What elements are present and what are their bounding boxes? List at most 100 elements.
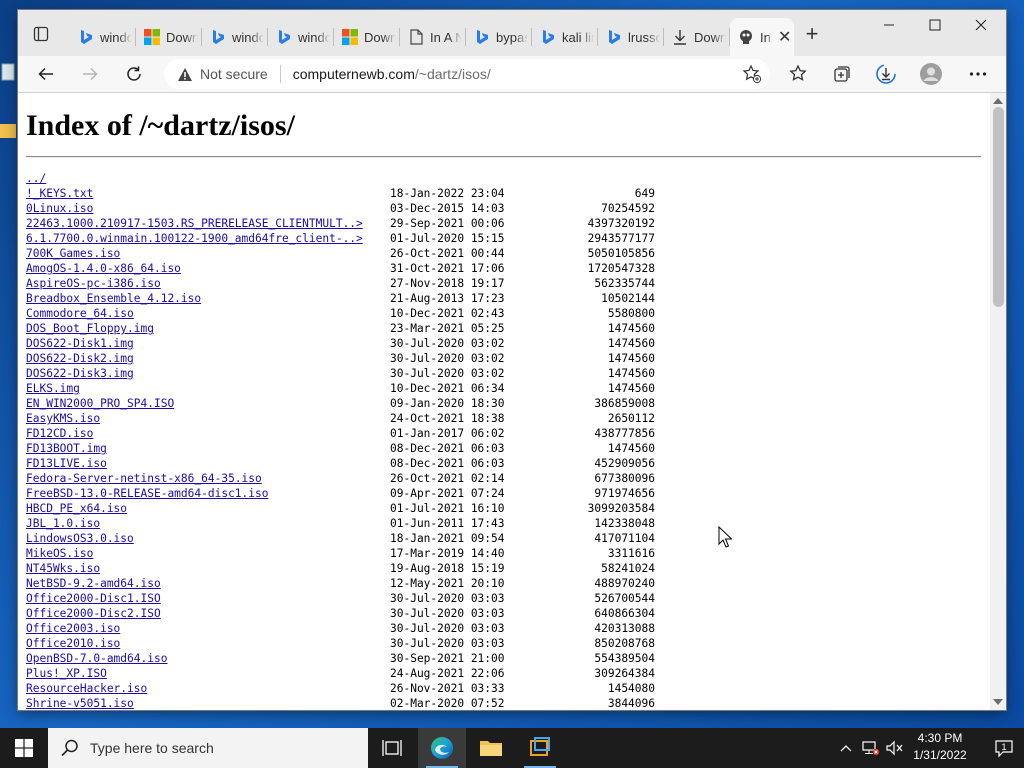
warning-triangle-icon[interactable] <box>176 65 194 83</box>
file-size: 1474560 <box>607 442 655 455</box>
file-date: 31-Oct-2021 17:06 <box>390 262 505 275</box>
downloads-button[interactable] <box>872 60 900 88</box>
back-arrow-icon <box>38 67 53 81</box>
file-row: FD13BOOT.img 08-Dec-2021 06:03 1474560 <box>26 441 655 456</box>
url-path[interactable]: /~dartz/isos/ <box>415 66 491 82</box>
file-link[interactable]: OpenBSD-7.0-amd64.iso <box>26 651 167 666</box>
more-dots-icon <box>969 72 987 76</box>
file-link[interactable]: JBL_1.0.iso <box>26 516 100 531</box>
desktop-folder-icon[interactable] <box>0 118 18 146</box>
file-link[interactable]: NT45Wks.iso <box>26 561 100 576</box>
vertical-scrollbar[interactable] <box>990 93 1006 710</box>
tab-7[interactable]: bypass tpm <box>466 18 532 56</box>
tab-9[interactable]: lrusso <box>598 18 664 56</box>
file-date: 30-Jul-2020 03:03 <box>390 637 505 650</box>
file-link[interactable]: DOS_Boot_Floppy.img <box>26 321 154 336</box>
file-link[interactable]: FD13LIVE.iso <box>26 456 107 471</box>
file-link[interactable]: LindowsOS3.0.iso <box>26 531 134 546</box>
file-link[interactable]: Fedora-Server-netinst-x86_64-35.iso <box>26 471 262 486</box>
file-row: AmogOS-1.4.0-x86_64.iso 31-Oct-2021 17:06… <box>26 261 655 276</box>
show-hidden-icons-button[interactable] <box>836 728 856 768</box>
refresh-button[interactable] <box>120 60 148 88</box>
file-link[interactable]: DOS622-Disk1.img <box>26 336 134 351</box>
tab-10[interactable]: Downloads <box>664 18 730 56</box>
favorites-button[interactable] <box>784 60 812 88</box>
tab-3[interactable]: windows 11 tpm bypass <box>202 18 268 56</box>
file-link[interactable]: Shrine-v5051.iso <box>26 696 134 710</box>
file-link[interactable]: EN_WIN2000_PRO_SP4.ISO <box>26 396 174 411</box>
security-label[interactable]: Not secure <box>200 66 268 82</box>
new-tab-button[interactable]: + <box>799 21 825 47</box>
file-link[interactable]: FD12CD.iso <box>26 426 93 441</box>
desktop-recycle-bin-icon[interactable] <box>0 58 18 86</box>
tab-actions-button[interactable] <box>28 21 54 47</box>
taskbar-app-button[interactable] <box>516 728 564 768</box>
chevron-up-icon <box>840 745 852 752</box>
profile-button[interactable] <box>917 60 945 88</box>
taskbar-clock[interactable]: 4:30 PM 1/31/2022 <box>900 730 980 766</box>
file-link[interactable]: AspireOS-pc-i386.iso <box>26 276 161 291</box>
search-icon <box>61 739 78 757</box>
close-tab-icon[interactable]: ✕ <box>778 27 791 47</box>
file-link[interactable]: Plus!_XP.ISO <box>26 666 107 681</box>
file-link[interactable]: FD13BOOT.img <box>26 441 107 456</box>
start-button[interactable] <box>0 728 48 768</box>
file-link[interactable]: DOS622-Disk2.img <box>26 351 134 366</box>
avatar-icon <box>920 63 942 85</box>
address-bar[interactable]: Not secure computernewb.com/~dartz/isos/ <box>164 59 770 89</box>
tab-2[interactable]: Download Windows 11 <box>136 18 202 56</box>
file-link[interactable]: MikeOS.iso <box>26 546 93 561</box>
back-button[interactable] <box>32 60 60 88</box>
file-link[interactable]: Breadbox_Ensemble_4.12.iso <box>26 291 201 306</box>
url-host[interactable]: computernewb.com <box>293 66 415 82</box>
file-link[interactable]: Commodore_64.iso <box>26 306 134 321</box>
file-link[interactable]: 6.1.7700.0.winmain.100122-1900_amd64fre_… <box>26 231 363 246</box>
file-link[interactable]: ELKS.img <box>26 381 80 396</box>
scroll-down-icon[interactable] <box>993 699 1003 705</box>
file-link[interactable]: EasyKMS.iso <box>26 411 100 426</box>
taskbar-file-explorer-button[interactable] <box>467 728 515 768</box>
network-button[interactable] <box>860 728 882 768</box>
parent-directory-link[interactable]: ../ <box>26 171 46 186</box>
settings-more-button[interactable] <box>964 60 992 88</box>
collections-button[interactable] <box>828 60 856 88</box>
file-link[interactable]: FreeBSD-13.0-RELEASE-amd64-disc1.iso <box>26 486 268 501</box>
minimize-button[interactable] <box>866 10 912 40</box>
file-row: ResourceHacker.iso 26-Nov-2021 03:33 14540… <box>26 681 655 696</box>
maximize-button[interactable] <box>912 10 958 40</box>
file-link[interactable]: ResourceHacker.iso <box>26 681 147 696</box>
file-link[interactable]: DOS622-Disk3.img <box>26 366 134 381</box>
file-link[interactable]: Office2000-Disc2.ISO <box>26 606 161 621</box>
tab-6[interactable]: In A Nutshell <box>400 18 466 56</box>
file-date: 02-Mar-2020 07:52 <box>390 697 505 710</box>
notification-center-button[interactable]: 1 <box>984 728 1024 768</box>
tab-title: bypass tpm <box>496 29 528 45</box>
task-view-button[interactable] <box>368 728 416 768</box>
close-window-button[interactable] <box>958 10 1004 40</box>
file-link[interactable]: Office2010.iso <box>26 636 120 651</box>
tab-11[interactable]: Index of /~dartz/isos/ ✕ <box>730 18 794 56</box>
file-link[interactable]: NetBSD-9.2-amd64.iso <box>26 576 161 591</box>
file-date: 29-Sep-2021 00:06 <box>390 217 505 230</box>
file-link[interactable]: 22463.1000.210917-1503.RS_PRERELEASE_CLI… <box>26 216 363 231</box>
file-link[interactable]: 700K_Games.iso <box>26 246 120 261</box>
tab-5[interactable]: Download Windows 10 <box>334 18 400 56</box>
file-link[interactable]: AmogOS-1.4.0-x86_64.iso <box>26 261 181 276</box>
tab-8[interactable]: kali linux <box>532 18 598 56</box>
taskbar-edge-button[interactable] <box>418 728 466 768</box>
file-size: 438777856 <box>594 427 655 440</box>
scrollbar-thumb[interactable] <box>993 107 1004 307</box>
file-link[interactable]: 0Linux.iso <box>26 201 93 216</box>
file-link[interactable]: HBCD_PE_x64.iso <box>26 501 127 516</box>
file-link[interactable]: !_KEYS.txt <box>26 186 93 201</box>
file-date: 08-Dec-2021 06:03 <box>390 442 505 455</box>
add-favorite-icon[interactable] <box>742 64 762 87</box>
folder-icon <box>480 741 502 756</box>
forward-button[interactable] <box>76 60 104 88</box>
tab-4[interactable]: windows 11 requirements <box>268 18 334 56</box>
tab-1[interactable]: windows 11 iso <box>70 18 136 56</box>
taskbar-search-box[interactable]: Type here to search <box>48 728 368 768</box>
scroll-up-icon[interactable] <box>993 98 1003 104</box>
file-link[interactable]: Office2000-Disc1.ISO <box>26 591 161 606</box>
file-link[interactable]: Office2003.iso <box>26 621 120 636</box>
